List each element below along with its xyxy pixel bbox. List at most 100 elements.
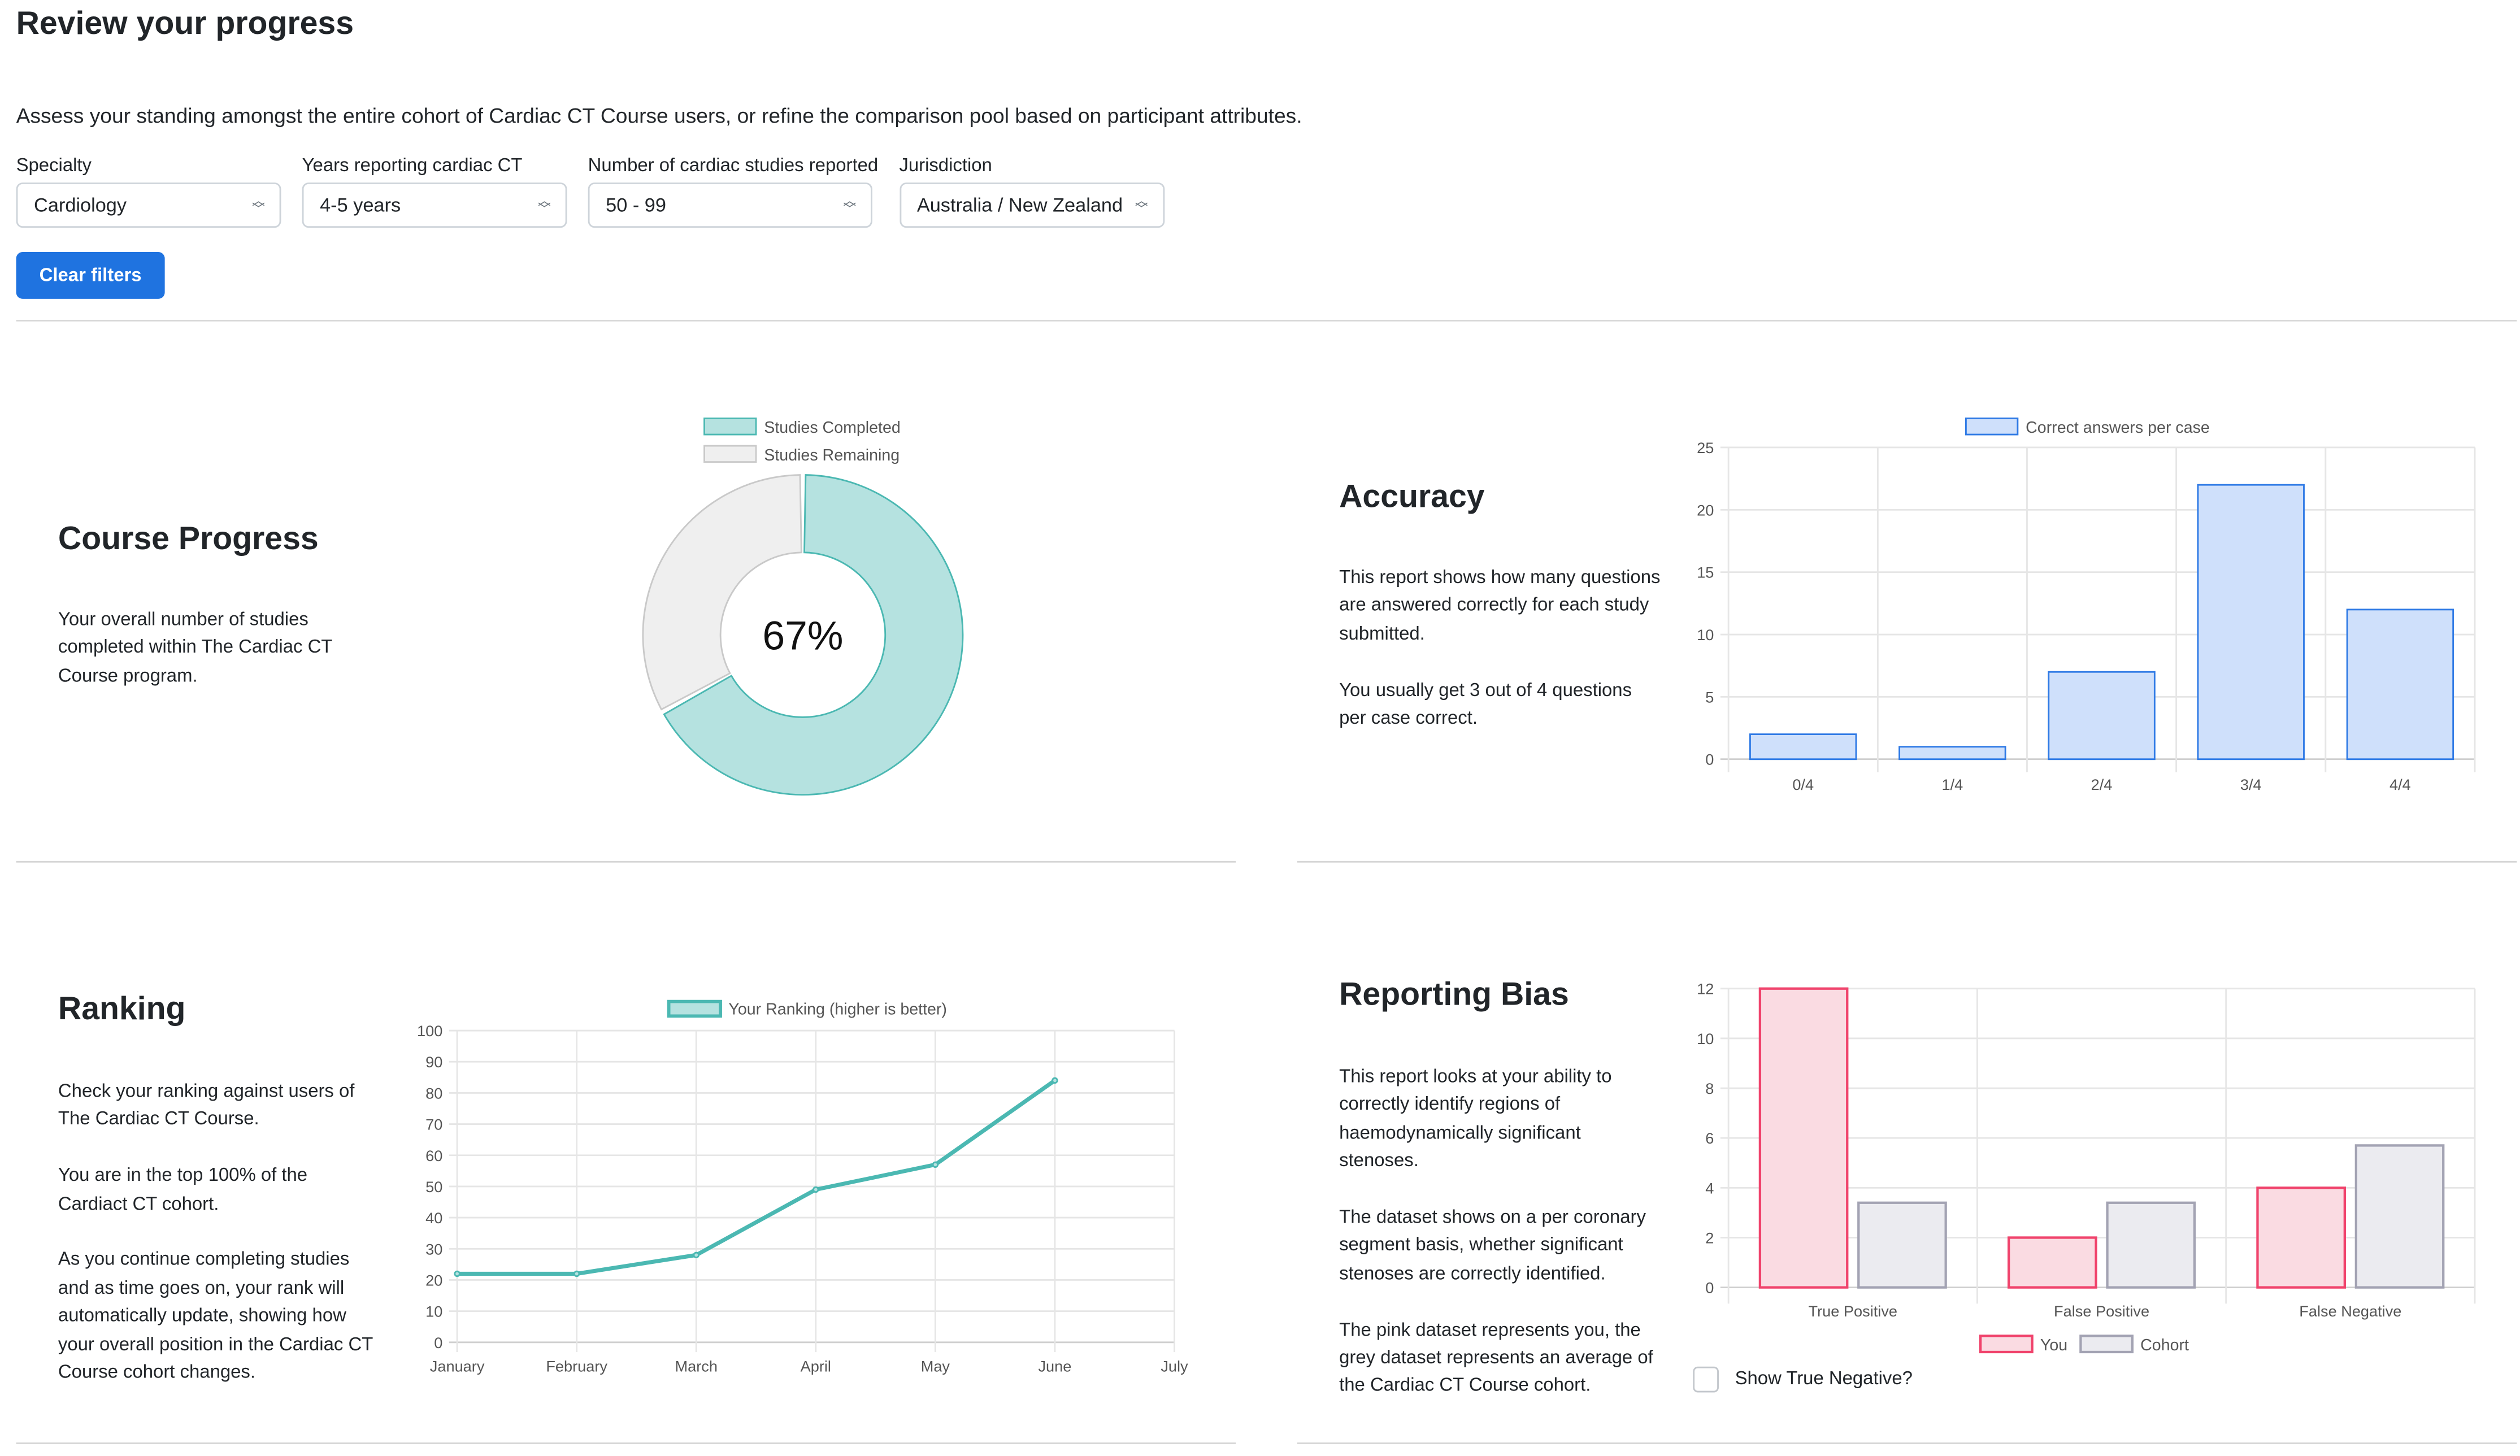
x-tick-label: July	[1161, 1357, 1188, 1375]
legend-label: Studies Completed	[764, 419, 900, 437]
years-select[interactable]: 4-5 years ︿ ﹀	[302, 182, 567, 228]
filter-label: Years reporting cardiac CT	[302, 157, 523, 176]
ranking-description: Check your ranking against users of The …	[58, 1079, 375, 1416]
filter-jurisdiction: Jurisdiction Australia / New Zealand ︿ ﹀	[899, 157, 1165, 228]
y-tick-label: 8	[1705, 1080, 1714, 1097]
x-tick-label: May	[921, 1357, 950, 1375]
donut-center-label: 67%	[762, 613, 843, 658]
select-value: 4-5 years	[320, 194, 401, 217]
x-tick-label: 2/4	[2091, 776, 2113, 793]
y-tick-label: 90	[425, 1053, 442, 1071]
y-tick-label: 10	[425, 1303, 442, 1320]
ranking-chart: Your Ranking (higher is better) 0 10 20 30 40…	[417, 999, 1188, 1375]
bar-cohort-false-negative	[2354, 1144, 2445, 1289]
legend-swatch	[1979, 1335, 2034, 1354]
x-tick-label: 3/4	[2240, 776, 2262, 793]
bar-2-of-4	[2048, 671, 2156, 760]
filter-label: Specialty	[16, 157, 92, 176]
y-tick-label: 10	[1697, 626, 1714, 644]
bar-1-of-4	[1898, 746, 2006, 760]
y-tick-label: 5	[1705, 688, 1714, 706]
x-tick-label: January	[430, 1357, 485, 1375]
divider	[16, 320, 2517, 321]
checkbox-box[interactable]	[1693, 1366, 1719, 1393]
y-tick-label: 25	[1697, 439, 1714, 457]
select-value: Cardiology	[34, 194, 127, 217]
y-tick-label: 0	[1705, 751, 1714, 768]
y-tick-label: 100	[417, 1022, 442, 1040]
legend-label: You	[2040, 1336, 2067, 1354]
clear-filters-button[interactable]: Clear filters	[16, 252, 165, 299]
bar-cohort-true-positive	[1857, 1201, 1947, 1289]
bar-cohort-false-positive	[2106, 1201, 2196, 1289]
filter-specialty: Specialty Cardiology ︿ ﹀	[16, 157, 281, 228]
paragraph: The pink dataset represents you, the gre…	[1339, 1320, 1653, 1397]
chevron-up-down-icon: ︿ ﹀	[538, 194, 551, 217]
paragraph: This report looks at your ability to cor…	[1339, 1067, 1612, 1172]
checkbox-label: Show True Negative?	[1735, 1370, 1913, 1389]
y-tick-label: 2	[1705, 1229, 1714, 1246]
y-tick-label: 10	[1697, 1030, 1714, 1048]
ranking-line	[457, 1079, 1056, 1276]
show-true-negative-checkbox[interactable]: Show True Negative?	[1693, 1366, 1913, 1393]
y-tick-label: 12	[1697, 980, 1714, 998]
x-tick-label: False Positive	[2054, 1302, 2149, 1320]
legend-swatch	[703, 445, 757, 463]
paragraph: You are in the top 100% of the Cardiact …	[58, 1166, 308, 1214]
y-tick-label: 60	[425, 1147, 442, 1164]
chevron-up-down-icon: ︿ ﹀	[843, 194, 857, 217]
y-tick-label: 20	[1697, 501, 1714, 519]
y-tick-label: 80	[425, 1084, 442, 1102]
bar-4-of-4	[2346, 609, 2454, 760]
filter-years: Years reporting cardiac CT 4-5 years ︿ ﹀	[302, 157, 567, 228]
filter-label: Jurisdiction	[899, 157, 992, 176]
data-point	[1052, 1077, 1058, 1084]
chevron-up-down-icon: ︿ ﹀	[252, 194, 265, 217]
chevron-up-down-icon: ︿ ﹀	[1135, 194, 1148, 217]
specialty-select[interactable]: Cardiology ︿ ﹀	[16, 182, 281, 228]
x-tick-label: 0/4	[1792, 776, 1814, 793]
filter-studies: Number of cardiac studies reported 50 - …	[588, 157, 878, 228]
x-tick-label: 1/4	[1942, 776, 1963, 793]
y-tick-label: 50	[425, 1178, 442, 1196]
paragraph: This report shows how many questions are…	[1339, 568, 1661, 645]
course-progress-description: Your overall number of studies completed…	[58, 607, 365, 720]
paragraph: You usually get 3 out of 4 questions per…	[1339, 681, 1632, 729]
y-tick-label: 0	[1705, 1279, 1714, 1297]
y-tick-label: 30	[425, 1240, 442, 1258]
page: Review your progress Assess your standin…	[0, 0, 2520, 1455]
course-progress-title: Course Progress	[58, 521, 319, 558]
accuracy-chart: Correct answers per case 0 5 10 15 20 25 0/4 1/4…	[1697, 418, 2476, 793]
x-tick-label: 4/4	[2389, 776, 2411, 793]
select-value: 50 - 99	[606, 194, 666, 217]
paragraph: The dataset shows on a per coronary segm…	[1339, 1208, 1646, 1284]
bar-3-of-4	[2197, 484, 2305, 760]
y-tick-label: 6	[1705, 1129, 1714, 1147]
y-tick-label: 0	[434, 1334, 442, 1351]
reporting-bias-description: This report looks at your ability to cor…	[1339, 1064, 1662, 1430]
paragraph: Your overall number of studies completed…	[58, 610, 332, 686]
jurisdiction-select[interactable]: Australia / New Zealand ︿ ﹀	[899, 182, 1165, 228]
legend-label: Studies Remaining	[764, 446, 900, 464]
y-tick-label: 15	[1697, 564, 1714, 581]
legend-swatch	[703, 418, 757, 436]
course-progress-chart: Studies Completed Studies Remaining 67%	[642, 418, 964, 796]
legend-swatch	[667, 999, 722, 1018]
x-tick-label: April	[801, 1357, 831, 1375]
accuracy-title: Accuracy	[1339, 480, 1485, 516]
paragraph: As you continue completing studies and a…	[58, 1251, 373, 1383]
divider	[16, 1442, 1236, 1444]
bar-you-false-negative	[2256, 1186, 2346, 1289]
divider	[1297, 860, 2517, 863]
legend-label: Your Ranking (higher is better)	[728, 1000, 947, 1018]
x-tick-label: February	[546, 1357, 607, 1375]
studies-select[interactable]: 50 - 99 ︿ ﹀	[588, 182, 872, 228]
filter-bar: Specialty Cardiology ︿ ﹀ Years reporting …	[16, 157, 1165, 228]
data-point	[932, 1161, 939, 1168]
data-point	[813, 1186, 819, 1193]
ranking-title: Ranking	[58, 992, 186, 1028]
divider	[1297, 1442, 2517, 1444]
select-value: Australia / New Zealand	[916, 194, 1123, 217]
data-point	[573, 1270, 580, 1277]
donut-slice-studies-remaining	[642, 474, 802, 711]
